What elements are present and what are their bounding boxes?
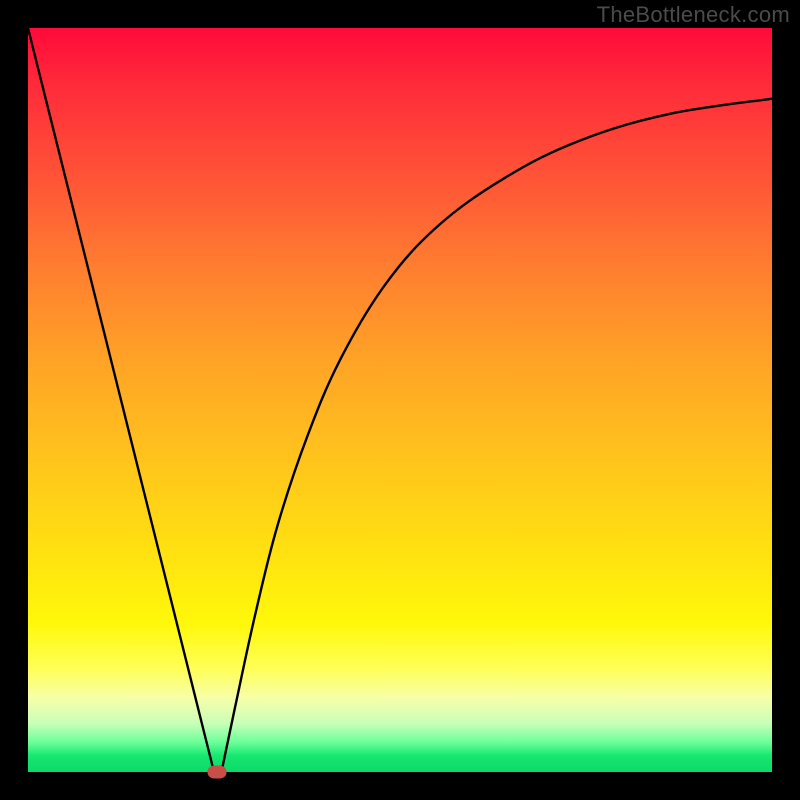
chart-frame: TheBottleneck.com — [0, 0, 800, 800]
chart-curve-svg — [28, 28, 772, 772]
curve-left-branch — [28, 28, 214, 772]
watermark-text: TheBottleneck.com — [597, 2, 790, 28]
curve-right-branch — [221, 99, 772, 772]
bottleneck-marker — [207, 766, 226, 779]
